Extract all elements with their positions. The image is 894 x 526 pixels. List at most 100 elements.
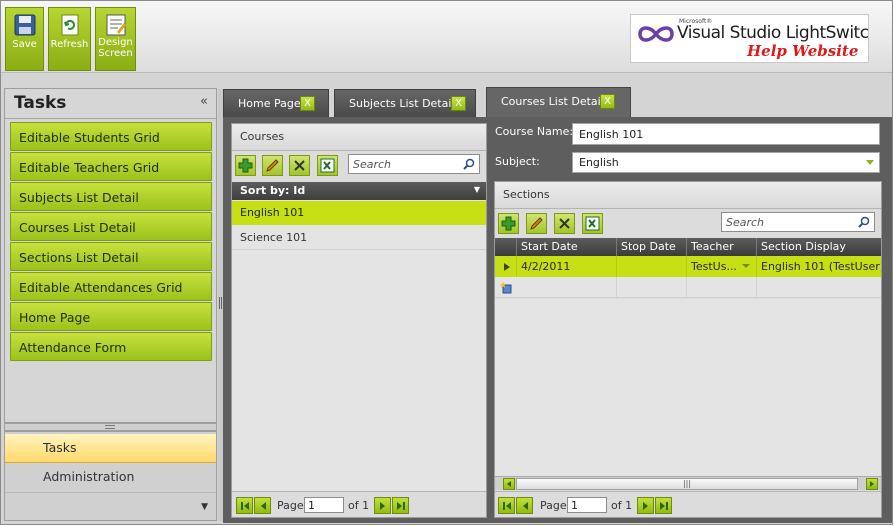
cell-teacher[interactable]: TestUs... [686, 256, 756, 277]
current-row-icon [504, 263, 510, 271]
delete-button[interactable] [554, 213, 575, 234]
ribbon-bar: Save Refresh Design Screen Microsoft® Vi… [1, 1, 892, 73]
sort-header[interactable]: Sort by: Id ▼ [232, 182, 486, 200]
prev-page-button[interactable] [516, 497, 533, 514]
lightswitch-logo: Microsoft® Visual Studio LightSwitch Hel… [630, 14, 869, 63]
courses-list: English 101 Science 101 [232, 200, 486, 491]
column-teacher[interactable]: Teacher [686, 238, 756, 256]
search-icon [463, 158, 475, 170]
subject-label: Subject: [495, 155, 540, 168]
close-icon[interactable]: X [451, 96, 466, 111]
next-page-icon [643, 502, 648, 510]
edit-button[interactable] [526, 213, 547, 234]
first-page-button[interactable] [498, 497, 515, 514]
tab-subjects-list-detail[interactable]: Subjects List Detail X [334, 89, 476, 117]
last-page-icon [660, 502, 668, 510]
search-icon [858, 216, 870, 228]
column-stop-date[interactable]: Stop Date [616, 238, 686, 256]
splitter-grip-icon [219, 297, 222, 309]
courses-search-input[interactable]: Search [348, 154, 480, 174]
new-row[interactable] [495, 277, 881, 298]
tab-courses-list-detail[interactable]: Courses List Detail X [486, 87, 631, 117]
course-name-field[interactable]: English 101 [572, 123, 880, 145]
refresh-button[interactable]: Refresh [48, 7, 91, 71]
design-screen-button[interactable]: Design Screen [95, 7, 136, 71]
refresh-icon [61, 14, 78, 36]
cell-start-date[interactable]: 4/2/2011 [516, 256, 616, 277]
task-subjects-list-detail[interactable]: Subjects List Detail [10, 182, 212, 211]
sections-pager: Page 1 of 1 [495, 491, 881, 517]
close-icon[interactable]: X [300, 96, 315, 111]
export-excel-button[interactable] [582, 213, 603, 234]
subject-dropdown[interactable]: English [572, 152, 880, 173]
sections-grid-header: Start Date Stop Date Teacher Section Dis… [495, 238, 881, 256]
column-section-display[interactable]: Section Display [756, 238, 881, 256]
nav-group-administration[interactable]: Administration [5, 464, 216, 492]
task-courses-list-detail[interactable]: Courses List Detail [10, 212, 212, 241]
page-number-input[interactable]: 1 [567, 497, 607, 513]
task-sections-list-detail[interactable]: Sections List Detail [10, 242, 212, 271]
cell-stop-date[interactable] [616, 256, 686, 277]
edit-button[interactable] [262, 155, 283, 176]
prev-page-icon [261, 502, 266, 510]
add-button[interactable] [235, 155, 256, 176]
panel-splitter[interactable] [4, 423, 217, 431]
prev-page-icon [523, 502, 528, 510]
sort-dropdown-icon: ▼ [473, 185, 480, 194]
chevron-down-icon [742, 264, 750, 268]
edit-icon [530, 217, 543, 230]
scroll-left-button[interactable] [503, 478, 515, 490]
nav-more[interactable]: ▼ [5, 492, 216, 520]
scroll-right-button[interactable] [866, 478, 878, 490]
add-button[interactable] [498, 213, 519, 234]
task-editable-teachers-grid[interactable]: Editable Teachers Grid [10, 152, 212, 181]
tasks-panel: Tasks « Editable Students Grid Editable … [4, 88, 217, 423]
scroll-thumb[interactable]: ||| [516, 478, 858, 490]
page-number-input[interactable]: 1 [304, 497, 344, 513]
collapse-icon[interactable]: « [200, 94, 208, 109]
row-indicator [495, 256, 516, 277]
save-icon [14, 14, 35, 36]
delete-button[interactable] [289, 155, 310, 176]
next-page-button[interactable] [374, 497, 391, 514]
save-button[interactable]: Save [5, 7, 44, 71]
first-page-icon [241, 502, 249, 510]
sections-toolbar: Search [495, 209, 881, 239]
column-start-date[interactable]: Start Date [516, 238, 616, 256]
courses-panel: Courses Search Sort by: Id ▼ English 101… [231, 123, 487, 518]
last-page-button[interactable] [655, 497, 672, 514]
chevron-down-icon: ▼ [201, 502, 208, 512]
cell-section-display[interactable]: English 101 (TestUser)... [756, 256, 881, 277]
row-indicator-header [495, 238, 516, 256]
next-page-button[interactable] [637, 497, 654, 514]
list-item[interactable]: English 101 [232, 201, 486, 225]
table-row[interactable]: 4/2/2011 TestUs... English 101 (TestUser… [495, 256, 881, 277]
course-name-label: Course Name: [495, 125, 574, 138]
close-icon[interactable]: X [600, 94, 615, 109]
scroll-left-icon [507, 481, 511, 487]
nav-group-tasks[interactable]: Tasks [5, 434, 216, 463]
task-home-page[interactable]: Home Page [10, 302, 212, 331]
horizontal-scrollbar[interactable]: ||| [495, 476, 881, 490]
courses-toolbar: Search [232, 151, 486, 181]
task-editable-attendances-grid[interactable]: Editable Attendances Grid [10, 272, 212, 301]
delete-icon [559, 218, 570, 229]
add-icon [238, 158, 253, 173]
app-window: Save Refresh Design Screen Microsoft® Vi… [0, 0, 893, 525]
prev-page-button[interactable] [254, 497, 271, 514]
sections-search-input[interactable]: Search [721, 212, 875, 232]
courses-panel-title: Courses [232, 124, 486, 151]
first-page-button[interactable] [236, 497, 253, 514]
navigation-groups: Tasks Administration ▼ [4, 431, 217, 521]
design-screen-icon [106, 14, 126, 36]
screen-tabs: Home Page X Subjects List Detail X Cours… [223, 87, 892, 117]
courses-pager: Page 1 of 1 [232, 491, 486, 517]
last-page-button[interactable] [392, 497, 409, 514]
sections-panel-title: Sections [495, 182, 881, 209]
task-editable-students-grid[interactable]: Editable Students Grid [10, 122, 212, 151]
screen-content: Courses Search Sort by: Id ▼ English 101… [223, 117, 892, 523]
list-item[interactable]: Science 101 [232, 226, 486, 250]
export-excel-button[interactable] [317, 155, 338, 176]
tab-home-page[interactable]: Home Page X [223, 89, 329, 117]
task-attendance-form[interactable]: Attendance Form [10, 332, 212, 361]
